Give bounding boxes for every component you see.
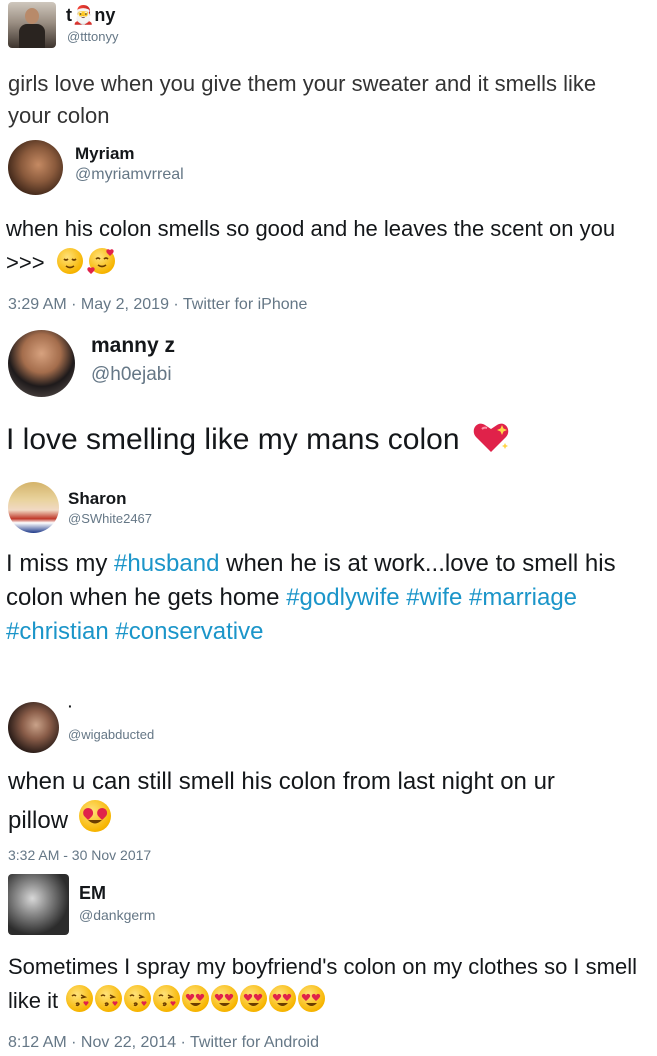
tweet-text: I love smelling like my mans colon — [6, 420, 646, 460]
timestamp[interactable]: 8:12 AM · Nov 22, 2014 · Twitter for And… — [8, 1034, 319, 1052]
hashtag-link[interactable]: #wife — [406, 584, 462, 611]
timestamp[interactable]: 3:32 AM - 30 Nov 2017 — [8, 847, 151, 863]
username[interactable]: @SWhite2467 — [68, 511, 152, 526]
hashtag-link[interactable]: #marriage — [469, 584, 577, 611]
heart-eyes-face-icon — [78, 800, 111, 832]
tweet-text: Sometimes I spray my boyfriend's colon o… — [8, 950, 638, 1018]
face-blowing-kiss-icon — [66, 985, 94, 1012]
relieved-face-icon — [56, 248, 83, 274]
avatar[interactable] — [8, 140, 63, 195]
sparkling-heart-icon — [472, 421, 509, 453]
tweet-tony: t🎅ny @tttonyy girls love when you give t… — [0, 0, 657, 135]
heart-eyes-face-icon — [298, 985, 326, 1012]
emoji-row — [64, 985, 326, 1013]
hashtag-link[interactable]: #husband — [114, 550, 219, 577]
hashtag-link[interactable]: #conservative — [115, 618, 263, 645]
heart-eyes-face-icon — [182, 985, 210, 1012]
avatar[interactable] — [8, 2, 56, 48]
smiling-face-with-hearts-icon — [87, 248, 115, 274]
avatar[interactable] — [8, 330, 75, 397]
tweet-text: when u can still smell his colon from la… — [8, 764, 568, 839]
avatar[interactable] — [8, 482, 59, 533]
display-name[interactable]: EM — [79, 883, 106, 904]
display-name[interactable]: Sharon — [68, 489, 127, 509]
hashtag-link[interactable]: #godlywife — [286, 584, 399, 611]
avatar[interactable] — [8, 702, 59, 753]
hashtag-link[interactable]: #christian — [6, 618, 109, 645]
display-name[interactable]: manny z — [91, 334, 175, 358]
avatar[interactable] — [8, 874, 69, 935]
tweet-text: when his colon smells so good and he lea… — [6, 212, 636, 280]
timestamp[interactable]: 3:29 AM · May 2, 2019 · Twitter for iPho… — [8, 296, 307, 314]
username[interactable]: @h0ejabi — [91, 364, 172, 386]
heart-eyes-face-icon — [211, 985, 239, 1012]
face-blowing-kiss-icon — [95, 985, 123, 1012]
face-blowing-kiss-icon — [153, 985, 181, 1012]
username[interactable]: @myriamvrreal — [75, 166, 184, 184]
heart-eyes-face-icon — [240, 985, 268, 1012]
username[interactable]: @tttonyy — [67, 29, 119, 44]
heart-eyes-face-icon — [269, 985, 297, 1012]
username[interactable]: @wigabducted — [68, 727, 154, 742]
display-name[interactable]: t🎅ny — [66, 5, 115, 26]
tweet-text-content: I love smelling like my mans colon — [6, 423, 460, 456]
display-name[interactable]: · — [68, 698, 73, 714]
display-name[interactable]: Myriam — [75, 144, 135, 164]
face-blowing-kiss-icon — [124, 985, 152, 1012]
tweet-text-content: I miss my — [6, 550, 114, 577]
tweet-text: I miss my #husband when he is at work...… — [6, 547, 626, 649]
tweet-text: girls love when you give them your sweat… — [8, 71, 597, 128]
username[interactable]: @dankgerm — [79, 907, 155, 923]
